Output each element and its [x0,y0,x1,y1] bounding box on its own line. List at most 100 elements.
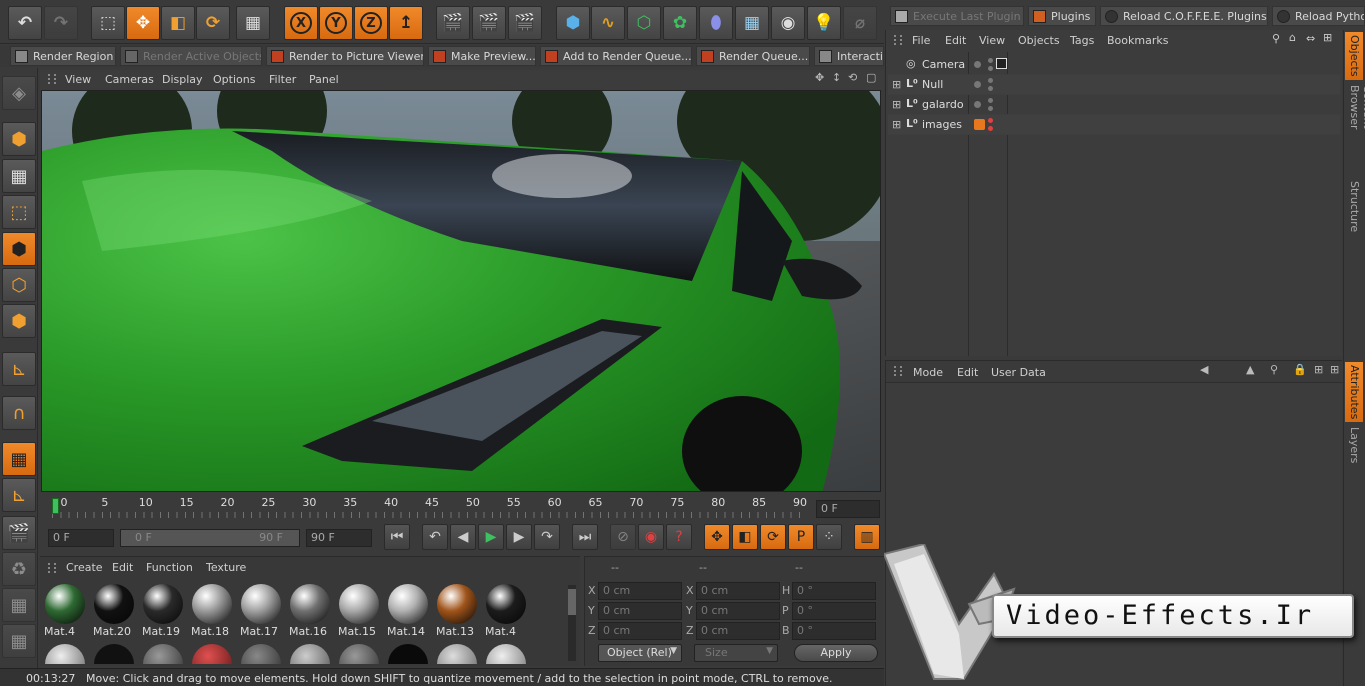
editor-visibility-dot[interactable] [974,61,981,68]
material-swatch[interactable]: Mat.4 [483,581,529,645]
material-preview[interactable] [45,644,85,664]
scale-tool-button[interactable]: ◧ [161,6,195,40]
timeline-ruler[interactable]: 0 5 10 15 20 25 30 35 40 45 50 55 60 65 70 75 80 85 90 [52,494,807,520]
redo-button[interactable]: ↷ [44,6,78,40]
texture-mode-button[interactable]: ▦ [2,159,36,193]
expand-toggle-icon[interactable]: ⊞ [892,98,901,111]
coord-position-field[interactable]: 0 cm [598,582,682,600]
attributes-menu-user-data[interactable]: User Data [991,364,1046,382]
grid-button[interactable]: ▦ [2,588,36,622]
spline-pen-button[interactable]: ∿ [591,6,625,40]
z-axis-lock-button[interactable]: Z [354,6,388,40]
search-icon[interactable]: ⚲ [1270,363,1278,376]
home-icon[interactable]: ⌂ [1289,31,1296,44]
material-scroll-thumb[interactable] [568,589,576,615]
reload-python-plugins-button[interactable]: Reload Python Plugins [1272,6,1365,26]
material-preview[interactable] [241,644,281,664]
expand-toggle-icon[interactable]: ⊞ [892,118,901,131]
move-tool-button[interactable]: ✥ [126,6,160,40]
object-row[interactable]: ⊞ L⁰ galardo [888,95,1340,115]
coord-position-field[interactable]: 0 cm [598,622,682,640]
snap-button[interactable]: ∩ [2,396,36,430]
points-mode-button[interactable]: ⬡ [2,268,36,302]
material-swatch[interactable]: Mat.16 [287,581,333,645]
material-swatch[interactable]: Mat.17 [238,581,284,645]
coord-size-field[interactable]: 0 cm [696,582,780,600]
objects-menu-file[interactable]: File [912,32,930,50]
expand-icon[interactable]: ⊞ [1330,363,1339,376]
sculpt-button[interactable]: ⌀ [843,6,877,40]
material-preview[interactable] [94,644,134,664]
render-queue-button[interactable]: Render Queue... [696,46,810,66]
material-swatch[interactable]: Mat.19 [140,581,186,645]
render-visibility-dot[interactable] [988,58,993,63]
go-to-start-button[interactable]: ⏮ [384,524,410,550]
material-preview[interactable] [388,644,428,664]
workplane-mode-button[interactable]: ⬚ [2,195,36,229]
material-preview[interactable] [192,644,232,664]
coord-rotation-field[interactable]: 0 ° [792,582,876,600]
material-swatch[interactable]: Mat.4 [42,581,88,645]
tab-content-browser[interactable]: Content Browser [1345,82,1365,172]
workplane-button[interactable]: ◈ [2,76,36,110]
coordinate-system-button[interactable]: ↥ [389,6,423,40]
tab-attributes[interactable]: Attributes [1345,362,1363,422]
current-frame-field[interactable]: 0 F [816,500,880,518]
previous-frame-button[interactable]: ◀ [450,524,476,550]
record-scale-button[interactable]: ◧ [732,524,758,550]
render-settings-button[interactable]: 🎬 [508,6,542,40]
up-arrow-icon[interactable]: ▲ [1246,363,1254,376]
objects-menu-edit[interactable]: Edit [945,32,966,50]
keyframe-selection-button[interactable]: ? [666,524,692,550]
search-icon[interactable]: ⚲ [1272,32,1280,45]
record-parameter-button[interactable]: P [788,524,814,550]
material-menu-edit[interactable]: Edit [112,559,133,577]
start-frame-field[interactable]: 0 F [48,529,114,547]
plugins-menu-button[interactable]: Plugins [1028,6,1096,26]
render-to-picture-viewer-button[interactable]: Render to Picture Viewer [266,46,424,66]
viewport-menu-cameras[interactable]: Cameras [105,71,154,89]
previous-keyframe-button[interactable]: ↶ [422,524,448,550]
rotate-tool-button[interactable]: ⟳ [196,6,230,40]
objects-menu-objects[interactable]: Objects [1018,32,1060,50]
reload-coffee-plugins-button[interactable]: Reload C.O.F.F.E.E. Plugins [1100,6,1268,26]
workplane-axis-button[interactable]: ⊾ [2,478,36,512]
render-visibility-dot[interactable] [988,66,993,71]
y-axis-lock-button[interactable]: Y [319,6,353,40]
model-mode-button[interactable]: ⬢ [2,122,36,156]
object-name[interactable]: galardo [922,98,964,111]
render-visibility-dot[interactable] [988,98,993,103]
render-visibility-dot[interactable] [988,86,993,91]
record-rotation-button[interactable]: ⟳ [760,524,786,550]
material-preview[interactable] [339,644,379,664]
object-row[interactable]: ◎ Camera [888,55,1340,75]
material-scrollbar[interactable] [568,585,576,661]
coord-mode-select[interactable]: Object (Rel) ▼ [598,644,682,662]
new-panel-icon[interactable]: ⊞ [1314,363,1323,376]
subdivision-surface-button[interactable]: ⬡ [627,6,661,40]
coord-rotation-field[interactable]: 0 ° [792,622,876,640]
deformer-button[interactable]: ⬮ [699,6,733,40]
coord-size-field[interactable]: 0 cm [696,622,780,640]
go-to-end-button[interactable]: ⏭ [572,524,598,550]
coord-position-field[interactable]: 0 cm [598,602,682,620]
coord-size-field[interactable]: 0 cm [696,602,780,620]
material-swatch[interactable]: Mat.14 [385,581,431,645]
material-preview[interactable] [437,644,477,664]
light-object-button[interactable]: 💡 [807,6,841,40]
object-name[interactable]: images [922,118,962,131]
viewport-menu-view[interactable]: View [65,71,91,89]
camera-object-button[interactable]: ◉ [771,6,805,40]
target-tag-icon[interactable] [996,58,1007,69]
tab-structure[interactable]: Structure [1345,178,1363,238]
record-point-level-button[interactable]: ⁘ [816,524,842,550]
viewport-menu-panel[interactable]: Panel [309,71,339,89]
select-tool-button[interactable]: ⬚ [91,6,125,40]
undo-button[interactable]: ↶ [8,6,42,40]
material-swatch[interactable]: Mat.13 [434,581,480,645]
render-picture-viewer-button[interactable]: 🎬 [472,6,506,40]
material-preview[interactable] [486,644,526,664]
attributes-menu-mode[interactable]: Mode [913,364,943,382]
timeline[interactable]: 0 5 10 15 20 25 30 35 40 45 50 55 60 65 70 75 80 85 90 [40,494,812,520]
coord-rotation-field[interactable]: 0 ° [792,602,876,620]
